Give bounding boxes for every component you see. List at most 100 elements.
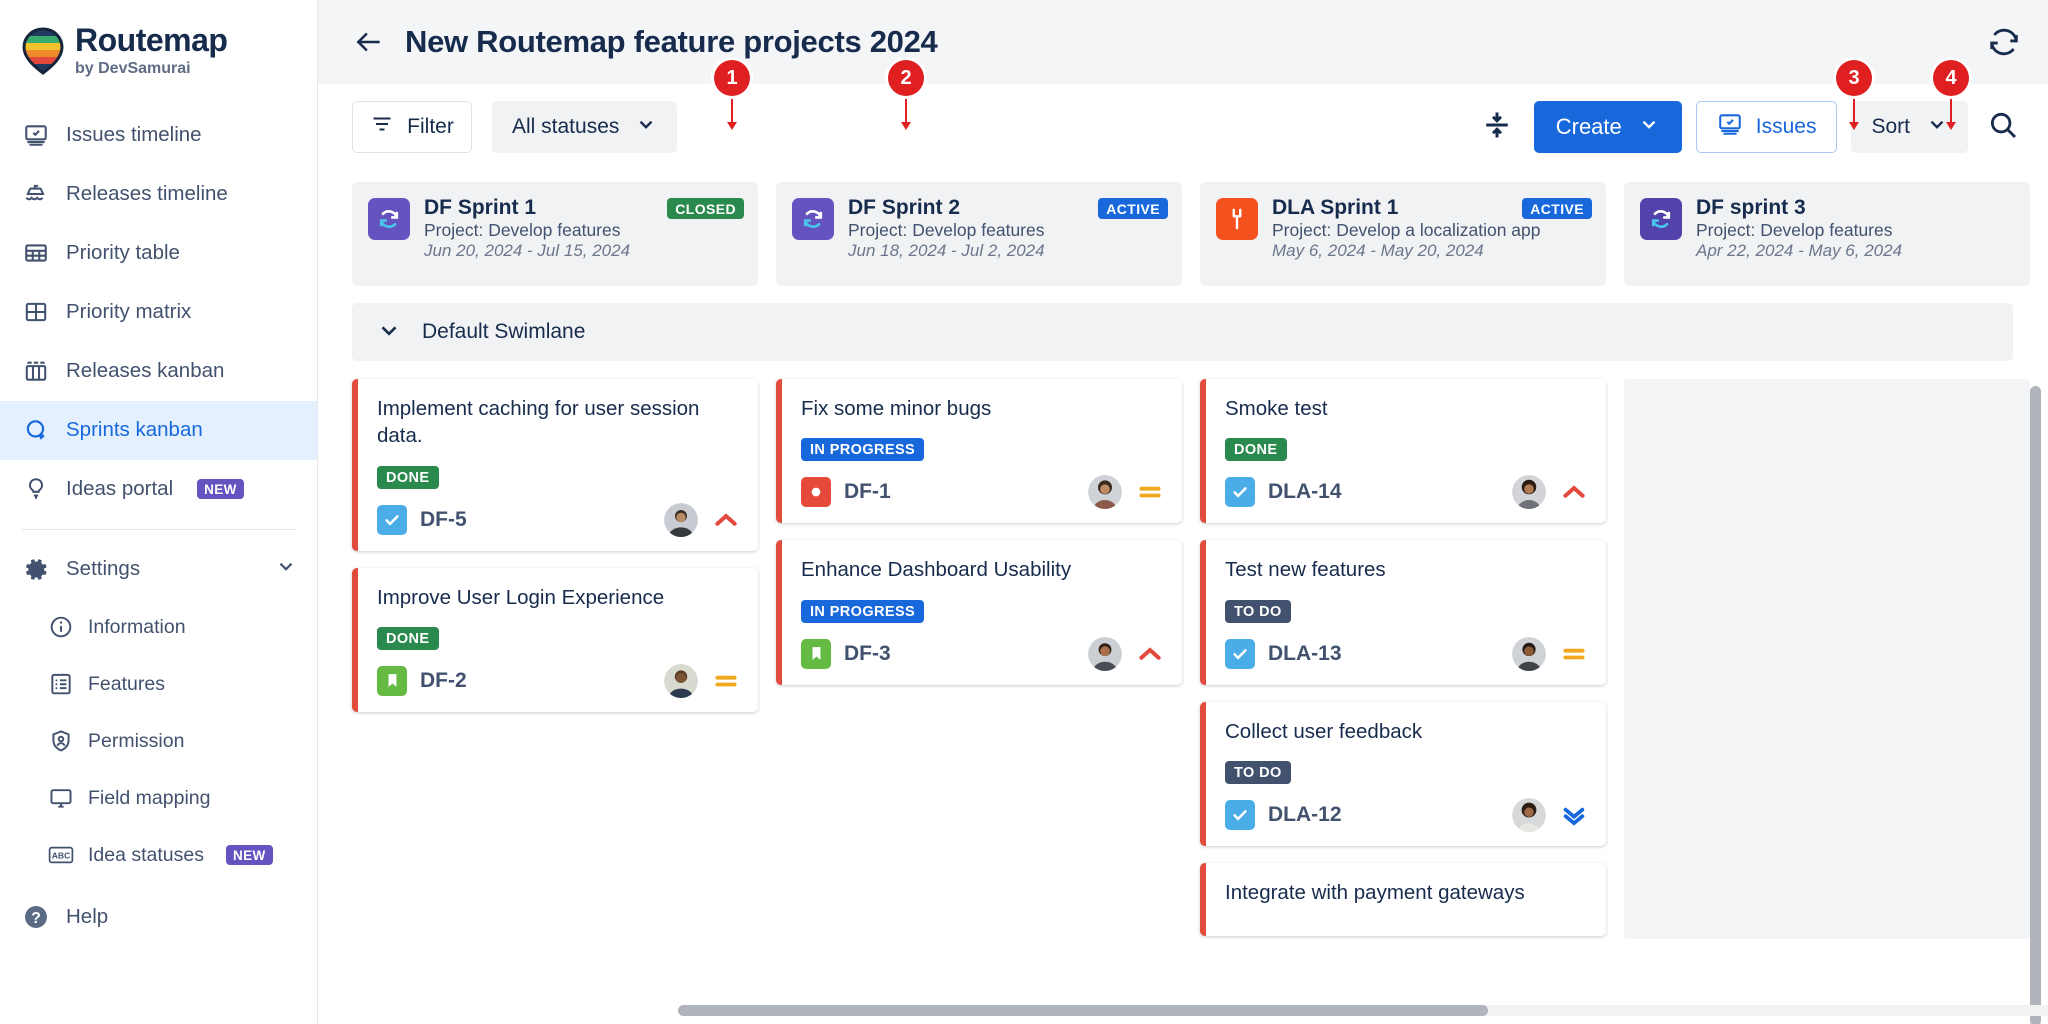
annotation-line-4 [1950, 92, 1952, 124]
filter-button[interactable]: Filter [352, 101, 472, 153]
annotation-marker-1: 1 [714, 60, 750, 96]
annotation-arrow-2 [901, 122, 911, 130]
issues-icon [1717, 111, 1743, 143]
avatar [1512, 475, 1546, 509]
sprint-card[interactable]: DF Sprint 2 ACTIVE Project: Develop feat… [776, 182, 1182, 286]
sprint-name: DF sprint 3 [1696, 196, 1806, 220]
sidebar-item-label: Features [88, 673, 165, 696]
issue-card[interactable]: Improve User Login Experience DONE DF-2 [352, 568, 758, 712]
back-arrow-icon[interactable] [352, 25, 386, 59]
sidebar-item-idea-statuses[interactable]: ABC Idea statuses NEW [0, 827, 317, 884]
status-badge: TO DO [1225, 600, 1291, 623]
issue-key: DF-3 [844, 642, 891, 666]
swimlane-label: Default Swimlane [422, 320, 585, 344]
sidebar-item-sprints-kanban[interactable]: Sprints kanban [0, 401, 317, 460]
annotation-line-3 [1853, 92, 1855, 124]
issue-title: Integrate with payment gateways [1225, 879, 1588, 906]
status-badge: ACTIVE [1522, 198, 1592, 219]
issue-card[interactable]: Test new features TO DO DLA-13 [1200, 540, 1606, 684]
priority-medium-icon [1136, 478, 1164, 506]
annotation-arrow-4 [1946, 122, 1956, 130]
issue-card[interactable]: Collect user feedback TO DO DLA-12 [1200, 702, 1606, 846]
wrench-icon [1216, 198, 1258, 240]
board-column: Fix some minor bugs IN PROGRESS DF-1 [776, 379, 1182, 939]
horizontal-scrollbar-thumb[interactable] [678, 1005, 1488, 1016]
issue-title: Smoke test [1225, 395, 1588, 422]
sprint-header-row: DF Sprint 1 CLOSED Project: Develop feat… [352, 170, 2048, 286]
issues-button[interactable]: Issues [1696, 101, 1838, 153]
sidebar-item-priority-table[interactable]: Priority table [0, 224, 317, 283]
sprint-card[interactable]: DF sprint 3 Project: Develop features Ap… [1624, 182, 2030, 286]
sidebar-item-releases-kanban[interactable]: Releases kanban [0, 342, 317, 401]
vertical-scrollbar[interactable] [2030, 386, 2041, 1024]
sidebar-item-permission[interactable]: Permission [0, 713, 317, 770]
sidebar-item-field-mapping[interactable]: Field mapping [0, 770, 317, 827]
sprints-kanban-icon [22, 416, 50, 444]
vertical-scrollbar-thumb[interactable] [2030, 386, 2041, 1024]
sidebar-item-releases-timeline[interactable]: Releases timeline [0, 165, 317, 224]
sprint-name: DLA Sprint 1 [1272, 196, 1398, 220]
issue-title: Test new features [1225, 556, 1588, 583]
priority-medium-icon [712, 667, 740, 695]
board-columns: Implement caching for user session data.… [352, 379, 2048, 939]
sidebar-item-priority-matrix[interactable]: Priority matrix [0, 283, 317, 342]
abc-icon: ABC [48, 842, 74, 868]
svg-text:?: ? [31, 910, 41, 927]
priority-high-icon [712, 506, 740, 534]
sidebar-item-help[interactable]: ? Help [0, 888, 317, 947]
svg-text:ABC: ABC [52, 851, 71, 861]
statuses-label: All statuses [512, 115, 619, 139]
create-button[interactable]: Create [1534, 101, 1682, 153]
issue-title: Implement caching for user session data. [377, 395, 740, 450]
task-check-icon [377, 505, 407, 535]
sidebar-item-settings[interactable]: Settings [0, 540, 317, 599]
sidebar-divider [22, 529, 297, 530]
issue-card[interactable]: Smoke test DONE DLA-14 [1200, 379, 1606, 523]
issue-key: DF-1 [844, 480, 891, 504]
sprint-dates: Jun 20, 2024 - Jul 15, 2024 [424, 241, 630, 260]
avatar [664, 664, 698, 698]
sprint-project: Project: Develop features [1696, 220, 1893, 240]
story-bookmark-icon [377, 666, 407, 696]
issue-card[interactable]: Fix some minor bugs IN PROGRESS DF-1 [776, 379, 1182, 523]
issue-card[interactable]: Implement caching for user session data.… [352, 379, 758, 551]
refresh-icon[interactable] [1984, 22, 2024, 62]
chevron-down-icon[interactable] [376, 317, 402, 348]
sidebar-item-label: Permission [88, 730, 184, 753]
collapse-rows-button[interactable] [1474, 104, 1520, 150]
sprint-dates: Jun 18, 2024 - Jul 2, 2024 [848, 241, 1045, 260]
sidebar-item-information[interactable]: Information [0, 599, 317, 656]
sidebar: Routemap by DevSamurai Issues timeline [0, 0, 318, 1024]
horizontal-scrollbar[interactable] [678, 1005, 2048, 1016]
priority-high-icon [1136, 640, 1164, 668]
issue-title: Improve User Login Experience [377, 584, 740, 611]
brand[interactable]: Routemap by DevSamurai [0, 14, 317, 82]
board-column: Implement caching for user session data.… [352, 379, 758, 939]
sidebar-item-features[interactable]: Features [0, 656, 317, 713]
app-root: Routemap by DevSamurai Issues timeline [0, 0, 2048, 1024]
search-icon [1987, 109, 2019, 146]
annotation-marker-3: 3 [1836, 60, 1872, 96]
idea-bulb-icon [22, 475, 50, 503]
priority-high-icon [1560, 478, 1588, 506]
sprint-card[interactable]: DLA Sprint 1 ACTIVE Project: Develop a l… [1200, 182, 1606, 286]
avatar [1512, 637, 1546, 671]
sidebar-item-label: Releases timeline [66, 182, 228, 206]
issue-card[interactable]: Enhance Dashboard Usability IN PROGRESS … [776, 540, 1182, 684]
features-list-icon [48, 671, 74, 697]
issue-card[interactable]: Integrate with payment gateways [1200, 863, 1606, 936]
shield-permission-icon [48, 728, 74, 754]
create-label: Create [1556, 114, 1622, 140]
search-button[interactable] [1980, 104, 2026, 150]
sprint-card[interactable]: DF Sprint 1 CLOSED Project: Develop feat… [352, 182, 758, 286]
sidebar-item-ideas-portal[interactable]: Ideas portal NEW [0, 460, 317, 519]
statuses-dropdown[interactable]: All statuses [492, 101, 677, 153]
status-badge: DONE [377, 627, 439, 650]
swimlane-header[interactable]: Default Swimlane [352, 303, 2013, 361]
annotation-arrow-3 [1849, 122, 1859, 130]
status-badge: IN PROGRESS [801, 600, 924, 623]
chevron-down-icon [1638, 113, 1660, 141]
sprint-refresh-icon [792, 198, 834, 240]
task-check-icon [1225, 800, 1255, 830]
sidebar-item-issues-timeline[interactable]: Issues timeline [0, 106, 317, 165]
